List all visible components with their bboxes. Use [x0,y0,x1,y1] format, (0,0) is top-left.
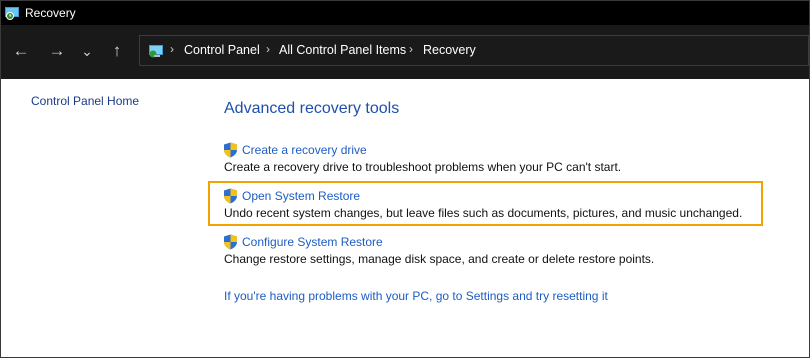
reset-pc-link[interactable]: If you're having problems with your PC, … [224,289,608,303]
page-title: Advanced recovery tools [224,100,400,117]
task-description: Change restore settings, manage disk spa… [224,252,655,266]
recent-locations-button[interactable]: ⌄ [75,39,99,63]
configure-system-restore-link[interactable]: Configure System Restore [242,235,383,249]
breadcrumb-control-panel[interactable]: Control Panel [184,43,260,57]
breadcrumb-all-items[interactable]: All Control Panel Items [279,43,406,57]
create-recovery-drive-link[interactable]: Create a recovery drive [242,143,367,157]
address-bar[interactable]: › Control Panel › All Control Panel Item… [139,35,809,66]
forward-button[interactable]: → [45,39,69,63]
chevron-right-icon: › [409,42,413,56]
control-panel-home-link[interactable]: Control Panel Home [31,94,139,108]
chevron-right-icon: › [170,42,174,56]
breadcrumb-recovery[interactable]: Recovery [423,43,476,57]
task-description: Create a recovery drive to troubleshoot … [224,160,622,174]
uac-shield-icon [224,234,237,250]
recovery-icon [5,7,19,20]
recovery-window: Recovery ← → ⌄ ↑ › Control Panel › All C… [0,0,810,358]
navigation-bar: ← → ⌄ ↑ › Control Panel › All Control Pa… [1,25,809,79]
title-bar: Recovery [1,1,809,25]
back-button[interactable]: ← [9,39,33,63]
control-panel-icon [149,45,163,58]
uac-shield-icon [224,142,237,158]
chevron-right-icon: › [266,42,270,56]
window-title: Recovery [25,6,76,20]
highlight-box [208,181,763,226]
up-button[interactable]: ↑ [105,39,129,63]
